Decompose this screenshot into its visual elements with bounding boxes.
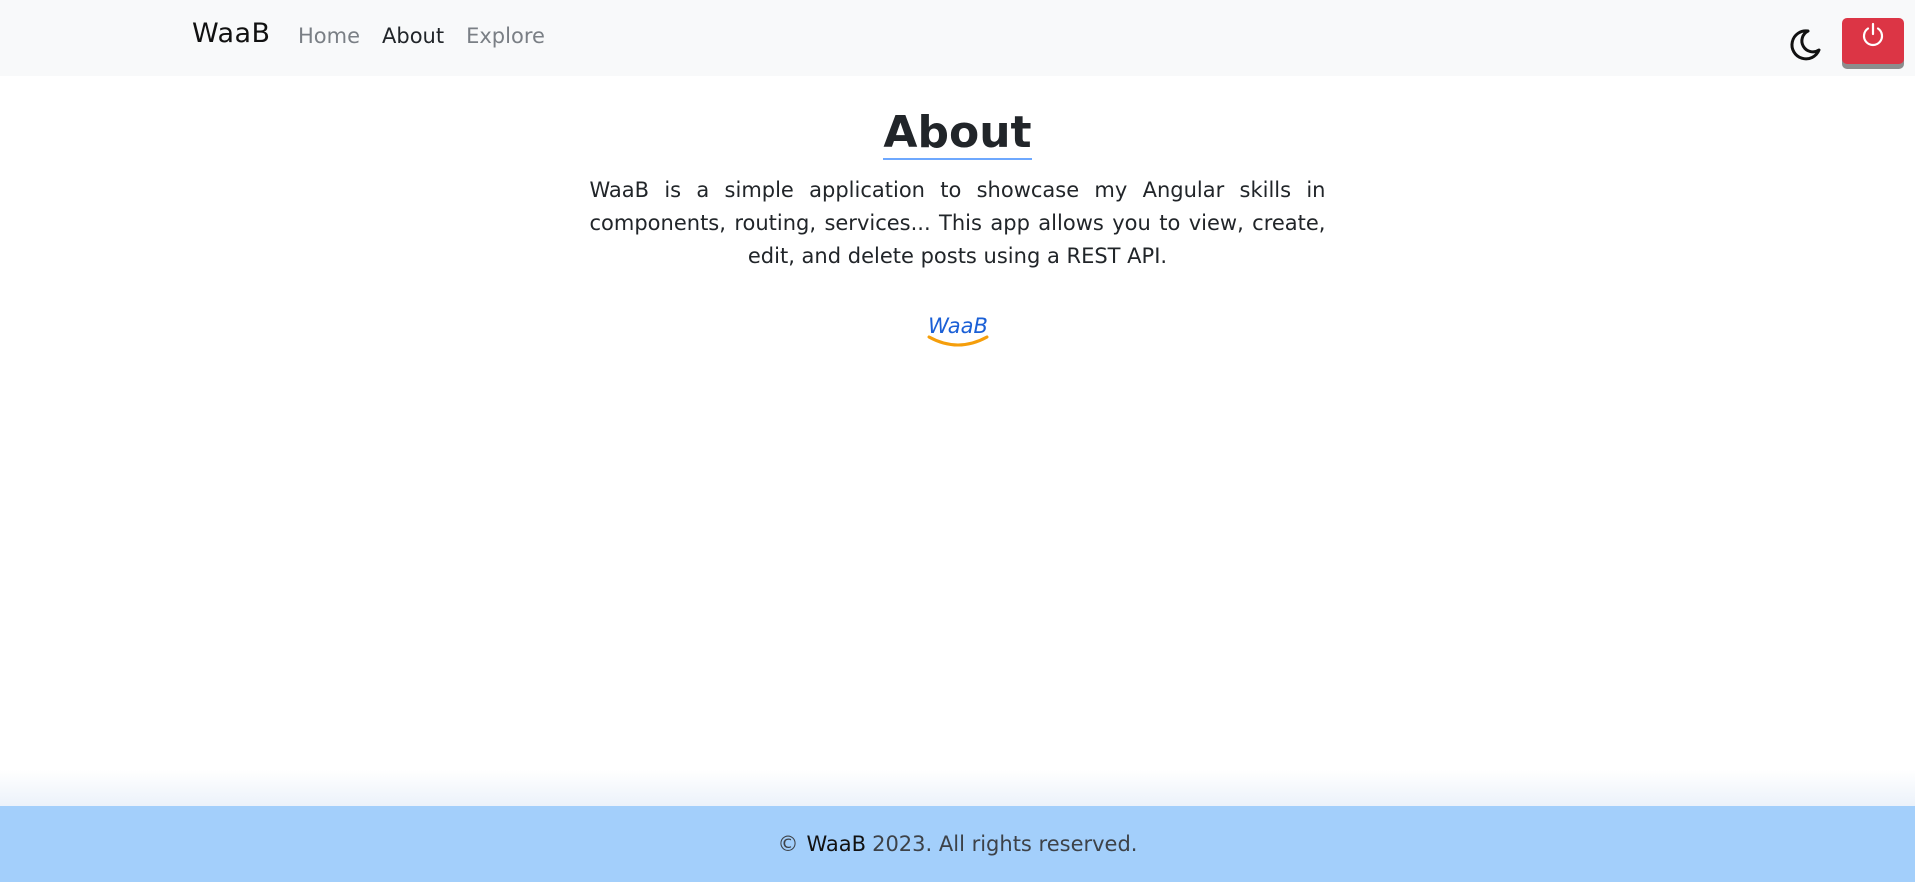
footer-brand: WaaB [806,832,867,856]
nav-link-home[interactable]: Home [298,24,360,48]
nav-link-about[interactable]: About [382,24,444,48]
main-content: About WaaB is a simple application to sh… [0,76,1915,353]
footer-fade [0,770,1915,806]
logout-button[interactable] [1842,18,1904,64]
navbar: WaaB Home About Explore [0,0,1915,76]
footer: © WaaB 2023. All rights reserved. [0,806,1915,882]
moon-icon [1790,29,1821,61]
nav-link-explore[interactable]: Explore [466,24,545,48]
copyright-symbol: © [777,832,799,856]
brand-link[interactable]: WaaB [192,18,271,49]
waab-logo: WaaB [925,309,990,347]
theme-toggle-button[interactable] [1788,28,1822,62]
about-description: WaaB is a simple application to showcase… [589,178,1326,269]
footer-text: 2023. All rights reserved. [872,832,1138,856]
page-title: About [883,109,1032,161]
logo-text: WaaB [928,314,988,338]
nav-links: Home About Explore [298,24,545,48]
power-icon [1862,22,1884,47]
